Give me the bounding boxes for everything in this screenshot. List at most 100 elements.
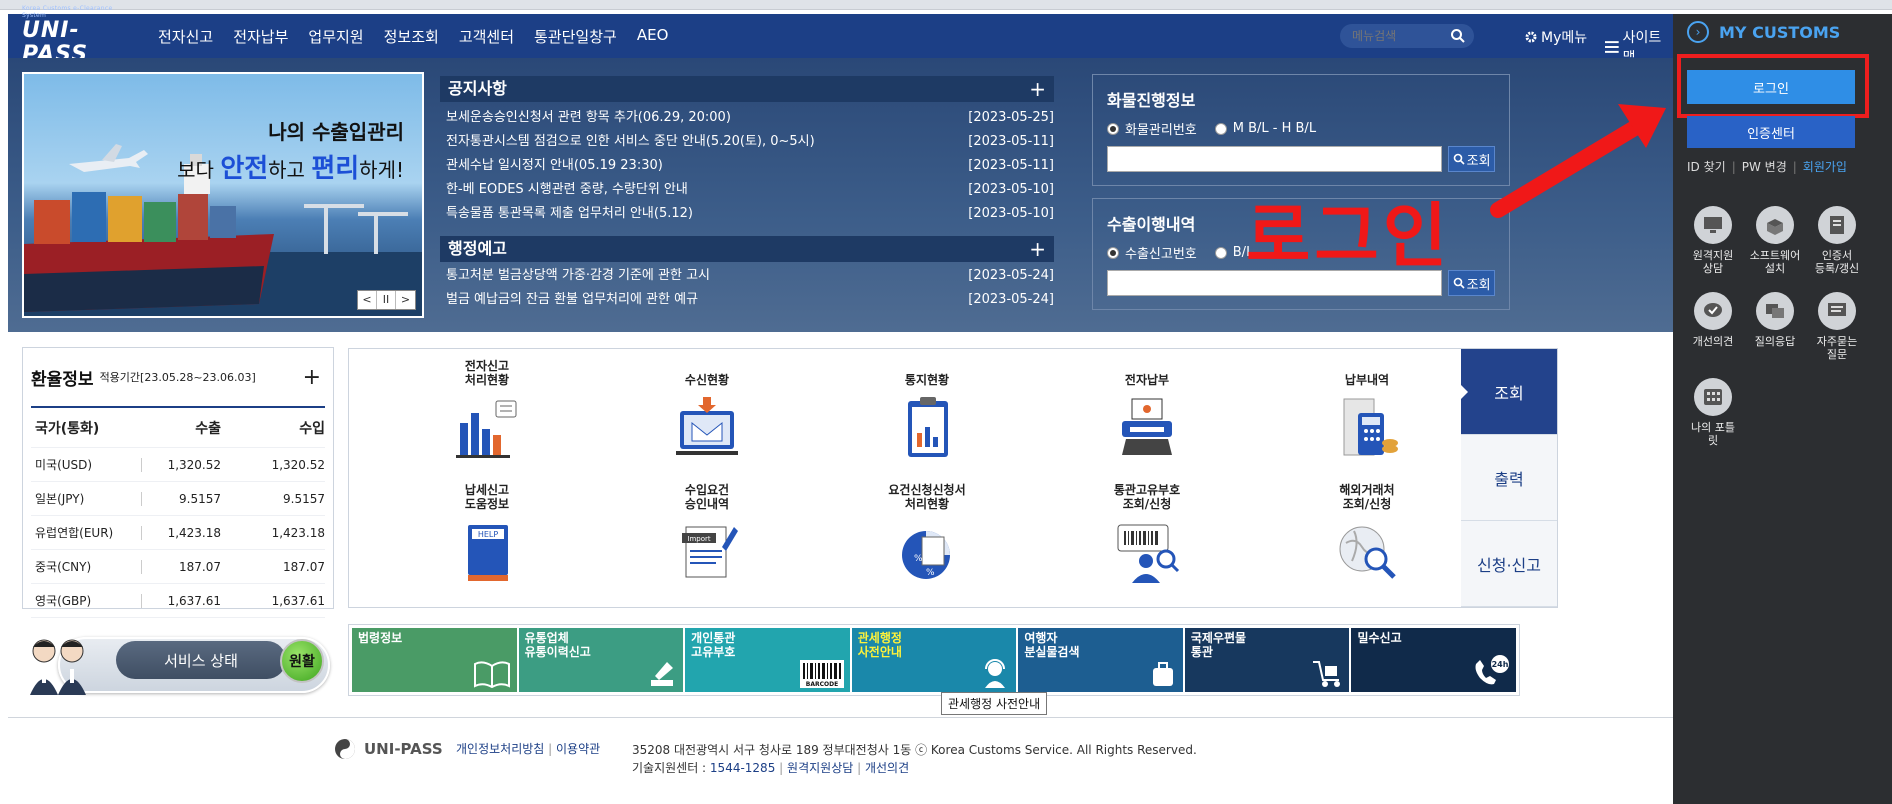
import-rate-cell: 1,423.18 xyxy=(271,525,325,540)
quick-link-label: 법령정보 xyxy=(358,631,403,645)
footer-logo: UNI-PASS xyxy=(334,738,443,760)
quick-link-label: 여행자 분실물검색 xyxy=(1024,631,1080,659)
login-button[interactable]: 로그인 xyxy=(1687,70,1855,104)
service-requirement-status[interactable]: 요건신청신청서 처리현황 %% xyxy=(847,481,1007,591)
barcode-caption: BARCODE xyxy=(806,681,838,688)
chevron-right-icon[interactable]: › xyxy=(1687,21,1709,43)
service-status-indicator: 원활 xyxy=(280,639,324,683)
privacy-policy-link[interactable]: 개인정보처리방침 xyxy=(456,742,544,756)
cert-center-button[interactable]: 인증센터 xyxy=(1687,116,1855,148)
check-bubble-icon xyxy=(1704,303,1722,317)
shortcut-software-install[interactable]: 소프트웨어 설치 xyxy=(1745,206,1805,292)
find-id-link[interactable]: ID 찾기 xyxy=(1687,158,1726,175)
exchange-rate-title: 환율정보 xyxy=(31,369,94,390)
tech-support-phone: 1544-1285 xyxy=(709,761,776,775)
svg-text:HELP: HELP xyxy=(478,530,499,539)
remote-support-link[interactable]: 원격지원상담 xyxy=(787,761,853,775)
column-header: 수입 xyxy=(299,420,325,437)
quick-link-intl-mail[interactable]: 국제우편물 통관 xyxy=(1184,628,1350,692)
service-category-tabs: 조회 출력 신청·신고 xyxy=(1460,349,1557,607)
currency-cell: 미국(USD) xyxy=(35,458,93,472)
service-payment-history[interactable]: 납부내역 xyxy=(1287,357,1447,467)
import-rate-cell: 9.5157 xyxy=(283,491,325,506)
change-pw-link[interactable]: PW 변경 xyxy=(1742,158,1787,175)
cart-box-icon xyxy=(1313,661,1341,687)
service-e-decl-status[interactable]: 전자신고 처리현황 xyxy=(407,357,567,467)
quick-link-law[interactable]: 법령정보 xyxy=(352,628,517,692)
tab-print[interactable]: 출력 xyxy=(1461,435,1557,521)
service-receive-status[interactable]: 수신현황 xyxy=(627,357,787,467)
import-rate-cell: 187.07 xyxy=(283,559,325,574)
quick-link-customs-guidance[interactable]: 관세행정 사전안내 xyxy=(851,628,1017,692)
shortcut-label: 질의응답 xyxy=(1754,335,1796,348)
luggage-icon xyxy=(1152,662,1173,686)
shortcut-cert-register[interactable]: 인증서 등록/갱신 xyxy=(1807,206,1867,292)
book-icon xyxy=(473,661,510,688)
shortcut-my-portlet[interactable]: 나의 포틀 릿 xyxy=(1683,378,1743,464)
customs-emblem-icon xyxy=(335,739,355,759)
service-overseas-partner[interactable]: 해외거래처 조회/신청 xyxy=(1287,481,1447,591)
site-footer: UNI-PASS 개인정보처리방침 | 이용약관 35208 대전광역시 서구 … xyxy=(8,717,1673,804)
calculator-icon xyxy=(1704,389,1722,405)
shortcut-label: 자주묻는 질문 xyxy=(1816,335,1858,361)
qna-icon xyxy=(1766,304,1784,318)
service-status-widget: 서비스 상태 원활 xyxy=(22,633,332,697)
quick-link-label: 국제우편물 통관 xyxy=(1190,631,1247,659)
shortcut-faq[interactable]: 자주묻는 질문 xyxy=(1807,292,1867,378)
quick-link-lost-items[interactable]: 여행자 분실물검색 xyxy=(1018,628,1183,692)
tech-support-label: 기술지원센터 : xyxy=(632,761,710,775)
quick-link-label: 밀수신고 xyxy=(1357,631,1402,645)
footer-policy-links: 개인정보처리방침 | 이용약관 xyxy=(456,742,601,756)
currency-cell: 영국(GBP) xyxy=(35,594,92,608)
quick-link-personal-code[interactable]: 개인통관 고유부호 BARCODE xyxy=(685,628,850,692)
service-e-payment[interactable]: 전자납부 xyxy=(1067,357,1227,467)
terms-link[interactable]: 이용약관 xyxy=(556,742,600,756)
shortcut-qna[interactable]: 질의응답 xyxy=(1745,292,1805,378)
payment-machine-icon xyxy=(1122,398,1172,455)
download-box-icon xyxy=(1767,219,1783,235)
service-customs-code[interactable]: 통관고유부호 조회/신청 xyxy=(1067,481,1227,591)
currency-cell: 유럽연합(EUR) xyxy=(35,526,114,540)
quick-links-bar: 법령정보 유통업체 유통이력신고 개인통관 고유부호 BARCODE 관세행정 … xyxy=(348,624,1520,696)
shortcut-label: 인증서 등록/갱신 xyxy=(1814,249,1860,275)
export-rate-cell: 1,423.18 xyxy=(141,525,231,540)
table-row: 중국(CNY) 187.07 187.07 xyxy=(31,550,325,584)
service-label: 해외거래처 조회/신청 xyxy=(1339,483,1395,511)
tab-apply-report[interactable]: 신청·신고 xyxy=(1461,521,1557,607)
exchange-rate-header: 환율정보 적용기간[23.05.28~23.06.03] + xyxy=(31,348,325,408)
currency-cell: 중국(CNY) xyxy=(35,560,92,574)
currency-cell: 일본(JPY) xyxy=(35,492,85,506)
tooltip: 관세행정 사전안내 xyxy=(941,692,1048,715)
shortcut-label: 개선의견 xyxy=(1692,335,1734,348)
service-label: 납세신고 도움정보 xyxy=(464,483,510,511)
exchange-more-icon[interactable]: + xyxy=(303,365,321,390)
quick-link-label: 관세행정 사전안내 xyxy=(857,631,902,659)
barcode-icon: BARCODE xyxy=(799,660,844,688)
exchange-rate-period: 적용기간[23.05.28~23.06.03] xyxy=(99,371,256,384)
service-label: 통지현황 xyxy=(904,373,950,387)
service-notice-status[interactable]: 통지현황 xyxy=(847,357,1007,467)
service-import-approval[interactable]: 수입요건 승인내역 Import xyxy=(627,481,787,591)
staff-characters-illustration xyxy=(30,639,86,695)
tab-lookup[interactable]: 조회 xyxy=(1460,349,1557,435)
shortcut-feedback[interactable]: 개선의견 xyxy=(1683,292,1743,378)
quick-link-label: 유통업체 유통이력신고 xyxy=(524,631,591,659)
service-grid-panel: 전자신고 처리현황 수신현황 통지현황 전자납부 납부내역 납세신고 도움정보 … xyxy=(348,348,1558,608)
quick-link-distribution[interactable]: 유통업체 유통이력신고 xyxy=(518,628,684,692)
service-label: 요건신청신청서 처리현황 xyxy=(888,483,966,511)
footer-logo-text: UNI-PASS xyxy=(364,740,443,758)
svg-text:%: % xyxy=(926,568,935,578)
signup-link[interactable]: 회원가입 xyxy=(1803,158,1847,175)
table-row: 유럽연합(EUR) 1,423.18 1,423.18 xyxy=(31,516,325,550)
shortcut-label: 나의 포틀 릿 xyxy=(1691,421,1735,447)
service-tax-help[interactable]: 납세신고 도움정보 HELP xyxy=(407,481,567,591)
footer-address: 35208 대전광역시 서구 청사로 189 정부대전청사 1동 ⓒ Korea… xyxy=(632,743,1197,757)
service-label: 수신현황 xyxy=(684,373,730,387)
my-customs-shortcuts: 원격지원 상담 소프트웨어 설치 인증서 등록/갱신 개선의견 질의응답 자주묻… xyxy=(1683,206,1883,464)
mail-monitor-icon xyxy=(676,397,738,455)
quick-link-smuggling-report[interactable]: 밀수신고 24h xyxy=(1351,628,1517,692)
table-row: 영국(GBP) 1,637.61 1,637.61 xyxy=(31,584,325,618)
feedback-link[interactable]: 개선의견 xyxy=(865,761,909,775)
shortcut-remote-support[interactable]: 원격지원 상담 xyxy=(1683,206,1743,292)
my-customs-title: MY CUSTOMS xyxy=(1719,22,1841,42)
